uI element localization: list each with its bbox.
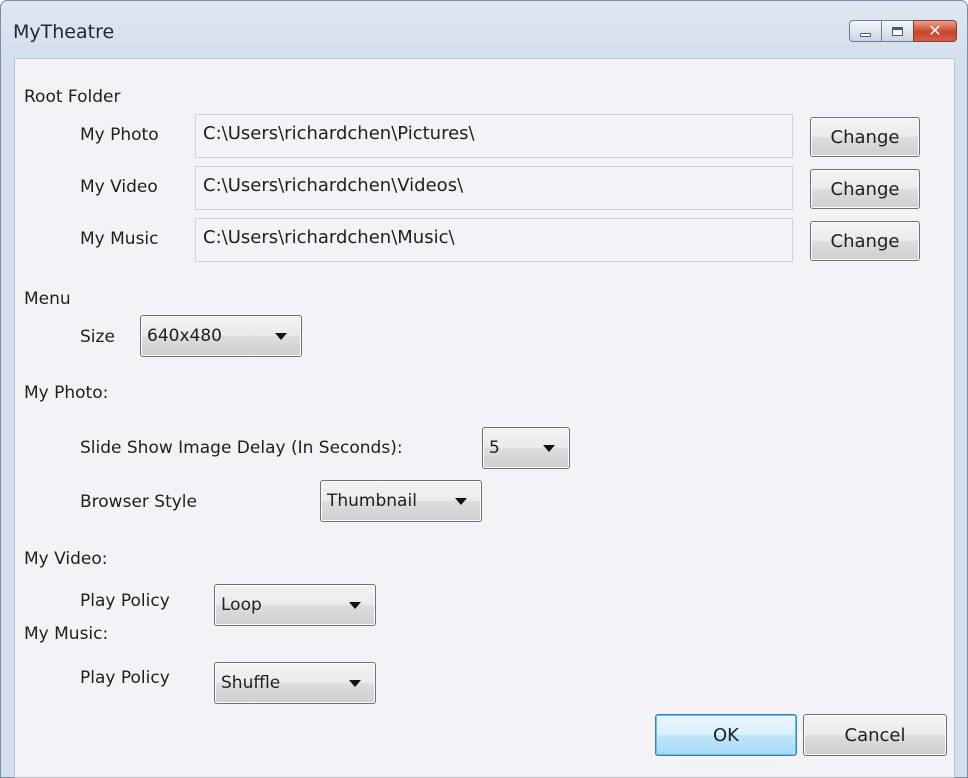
my-music-heading: My Music: [24, 624, 109, 644]
maximize-button[interactable] [881, 20, 914, 42]
video-play-policy-value: Loop [221, 595, 262, 615]
close-icon: ✕ [928, 21, 942, 40]
music-play-policy-value: Shuffle [221, 673, 281, 693]
minimize-icon [860, 33, 871, 37]
browser-style-dropdown[interactable]: Thumbnail [320, 480, 482, 522]
my-photo-heading: My Photo: [24, 383, 109, 403]
chevron-down-icon [275, 333, 287, 340]
my-music-label: My Music [80, 229, 159, 249]
video-play-policy-dropdown[interactable]: Loop [214, 584, 376, 626]
change-photo-folder-button[interactable]: Change [810, 117, 920, 157]
slide-delay-value: 5 [489, 438, 500, 458]
menu-size-value: 640x480 [147, 326, 222, 346]
music-play-policy-dropdown[interactable]: Shuffle [214, 662, 376, 704]
chevron-down-icon [349, 602, 361, 609]
dialog-content: Root Folder My Photo C:\Users\richardche… [14, 58, 955, 778]
title-bar[interactable]: MyTheatre ✕ [1, 1, 967, 58]
minimize-button[interactable] [849, 20, 882, 42]
maximize-icon [892, 26, 903, 36]
change-video-folder-button[interactable]: Change [810, 169, 920, 209]
menu-size-label: Size [80, 327, 115, 347]
my-photo-path-field[interactable]: C:\Users\richardchen\Pictures\ [195, 114, 793, 158]
menu-heading: Menu [24, 289, 71, 309]
chevron-down-icon [543, 445, 555, 452]
my-photo-label: My Photo [80, 125, 159, 145]
chevron-down-icon [349, 680, 361, 687]
my-video-label: My Video [80, 177, 158, 197]
mytheatre-window: MyTheatre ✕ Root Folder My Photo C:\User… [0, 0, 968, 778]
caption-buttons: ✕ [849, 20, 957, 42]
browser-style-value: Thumbnail [327, 491, 417, 511]
menu-size-dropdown[interactable]: 640x480 [140, 315, 302, 357]
my-video-heading: My Video: [24, 549, 108, 569]
root-folder-heading: Root Folder [24, 87, 121, 107]
video-play-policy-label: Play Policy [80, 591, 170, 611]
chevron-down-icon [455, 498, 467, 505]
music-play-policy-label: Play Policy [80, 668, 170, 688]
browser-style-label: Browser Style [80, 492, 197, 512]
slide-delay-label: Slide Show Image Delay (In Seconds): [80, 438, 403, 458]
slide-delay-dropdown[interactable]: 5 [482, 427, 570, 469]
change-music-folder-button[interactable]: Change [810, 221, 920, 261]
cancel-button[interactable]: Cancel [803, 714, 947, 756]
ok-button[interactable]: OK [655, 714, 797, 756]
my-music-path-field[interactable]: C:\Users\richardchen\Music\ [195, 218, 793, 262]
close-button[interactable]: ✕ [913, 20, 957, 42]
window-title: MyTheatre [13, 21, 115, 43]
my-video-path-field[interactable]: C:\Users\richardchen\Videos\ [195, 166, 793, 210]
